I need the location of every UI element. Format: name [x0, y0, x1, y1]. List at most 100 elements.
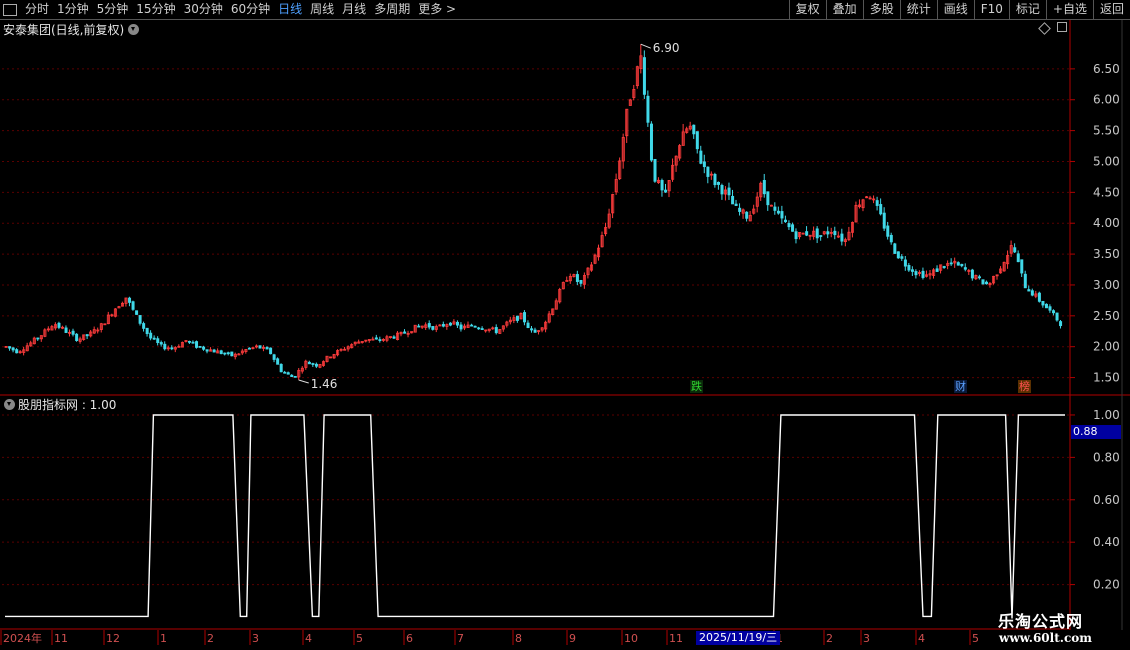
candle-body	[579, 280, 583, 284]
candle-body	[149, 332, 153, 339]
price-tick-label: 5.00	[1093, 154, 1120, 168]
candle-body	[314, 363, 318, 367]
price-tick-label: 5.50	[1093, 124, 1120, 138]
candle-body	[981, 279, 985, 285]
max-price-label: 6.90	[653, 41, 680, 55]
price-tick-label: 3.00	[1093, 278, 1120, 292]
watermark: 乐淘公式网 www.60lt.com	[998, 608, 1130, 650]
candle-body	[1027, 289, 1031, 292]
price-tick-label: 3.50	[1093, 247, 1120, 261]
candle-body	[290, 374, 294, 378]
candle-body	[523, 312, 527, 323]
candle-body	[977, 276, 981, 279]
candle-body	[882, 212, 886, 229]
candle-body	[787, 223, 791, 228]
candle-body	[138, 315, 142, 324]
candle-body	[279, 363, 283, 373]
candle-body	[36, 337, 40, 340]
candle-body	[477, 327, 481, 330]
candle-body	[71, 330, 75, 335]
indicator-header: 股朋指标网 : 1.00	[0, 396, 116, 412]
candle-body	[745, 211, 749, 219]
candle-body	[456, 321, 460, 326]
candle-body	[265, 347, 269, 350]
candle-body	[960, 263, 964, 267]
candle-body	[1030, 290, 1034, 296]
candle-body	[75, 333, 79, 341]
candle-body	[692, 124, 696, 135]
date-label: 2	[207, 632, 214, 645]
price-tick-label: 2.50	[1093, 309, 1120, 323]
candle-body	[646, 95, 650, 123]
candle-body	[720, 184, 724, 195]
signal-badge-bang: 榜	[1018, 380, 1031, 393]
watermark-url: www.60lt.com	[999, 631, 1092, 645]
candle-body	[276, 358, 280, 365]
candle-body	[459, 324, 463, 330]
candle-body	[1023, 273, 1027, 289]
date-label: 9	[569, 632, 576, 645]
date-label: 1	[160, 632, 167, 645]
candle-body	[935, 268, 939, 272]
candle-body	[738, 207, 742, 212]
candle-body	[702, 161, 706, 168]
candle-body	[1013, 247, 1017, 253]
indicator-line	[5, 414, 1065, 619]
candle-body	[15, 349, 19, 354]
candle-body	[713, 173, 717, 186]
candle-body	[565, 280, 569, 282]
candle-body	[921, 270, 925, 278]
candle-body	[833, 230, 837, 236]
date-label: 2024年	[3, 631, 42, 645]
candle-body	[819, 235, 823, 237]
price-tick-label: 1.50	[1093, 371, 1120, 385]
candle-body	[1020, 259, 1024, 274]
signal-badge-cai: 财	[954, 380, 967, 393]
candle-body	[794, 231, 798, 240]
price-chart[interactable]: 1.50 2.00 2.50 3.00 3.50 4.00 4.50 5.00 5.50 6.00…	[0, 0, 1130, 650]
candle-body	[815, 228, 819, 239]
candle-body	[875, 200, 879, 206]
candle-body	[135, 310, 139, 315]
candle-body	[780, 211, 784, 219]
date-label: 11	[669, 632, 683, 645]
candle-body	[145, 327, 149, 334]
candle-body	[473, 325, 477, 328]
candle-body	[879, 204, 883, 215]
candle-body	[57, 322, 61, 328]
candle-body	[949, 262, 953, 265]
candle-body	[649, 123, 653, 161]
candle-body	[272, 354, 276, 360]
candle-body	[642, 57, 646, 95]
date-label: 5	[356, 632, 363, 645]
candle-body	[163, 343, 167, 350]
candle-body	[431, 326, 435, 330]
candle-body	[269, 347, 273, 355]
candle-body	[1037, 292, 1041, 302]
dropdown-circle-icon[interactable]	[4, 398, 15, 410]
candle-body	[170, 347, 174, 350]
candle-body	[826, 231, 830, 235]
candle-body	[307, 361, 311, 365]
candle-body	[783, 219, 787, 223]
candle-body	[653, 158, 657, 182]
candle-body	[530, 328, 534, 331]
candle-body	[1041, 300, 1045, 306]
candle-body	[1059, 321, 1063, 327]
candle-body	[791, 224, 795, 232]
candle-body	[914, 271, 918, 276]
candle-body	[900, 256, 904, 259]
price-tick-label: 6.50	[1093, 62, 1120, 76]
candle-body	[403, 331, 407, 334]
candle-body	[942, 266, 946, 268]
indicator-title: 股朋指标网 : 1.00	[18, 397, 117, 412]
candle-body	[716, 181, 720, 185]
candle-body	[699, 150, 703, 164]
candle-body	[734, 203, 738, 206]
candle-body	[11, 347, 15, 351]
candle-body	[896, 251, 900, 259]
candle-body	[664, 189, 668, 193]
candle-body	[191, 341, 195, 344]
candle-body	[526, 322, 530, 329]
candle-body	[727, 187, 731, 196]
